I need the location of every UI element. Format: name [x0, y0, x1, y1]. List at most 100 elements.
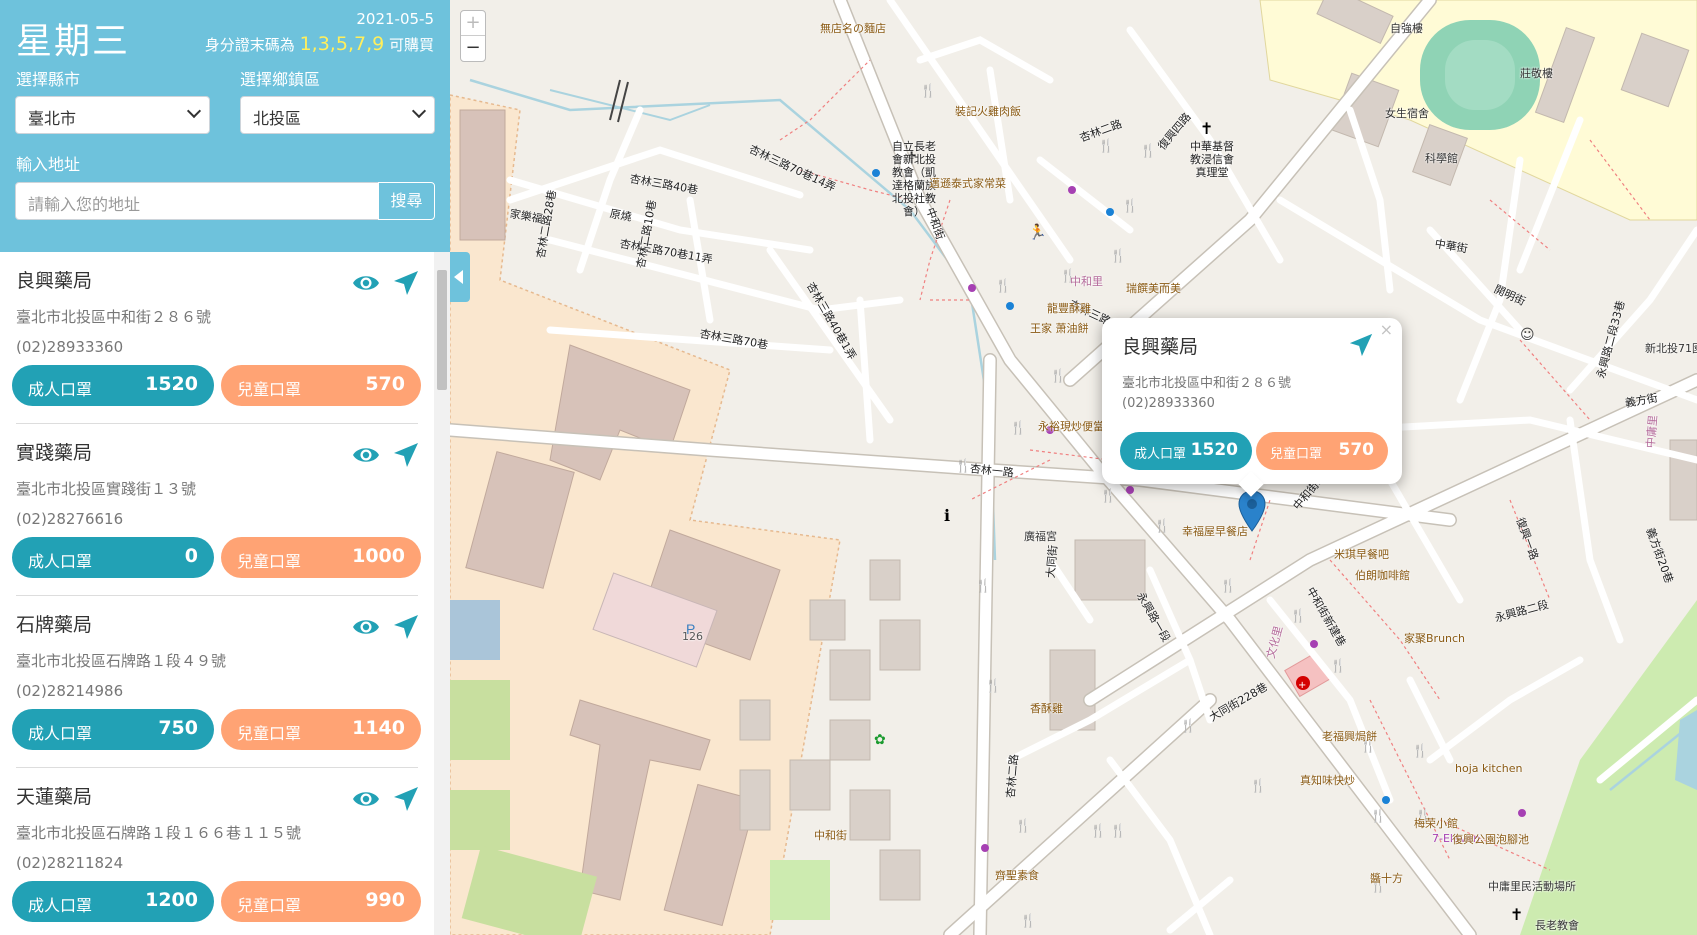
pharmacy-name: 良興藥局 [16, 270, 93, 292]
map-label: 中華基督教浸信會真理堂 [1190, 140, 1234, 179]
shop-icon [1310, 640, 1318, 648]
map-label: 老福興焗餅 [1322, 730, 1377, 743]
navigate-icon[interactable] [392, 442, 420, 468]
building [1074, 539, 1146, 601]
navigate-icon[interactable] [392, 786, 420, 812]
map-label: 中庸里 [1644, 414, 1660, 449]
pharmacy-list: 良興藥局 臺北市北投區中和街２８６號 (02)28933360 成人口罩 1520… [0, 252, 434, 935]
restaurant-icon: 🍴 [920, 83, 936, 99]
map-label: 梅荣小館 [1414, 817, 1458, 830]
navigate-icon[interactable] [392, 270, 420, 296]
city-select[interactable]: 臺北市 [15, 96, 210, 134]
pharmacy-phone: (02)28211824 [16, 854, 124, 872]
map-label: 126 [682, 630, 703, 643]
church-icon: ✝ [1510, 905, 1523, 924]
pharmacy-name: 實踐藥局 [16, 442, 93, 464]
address-input[interactable]: 請輸入您的地址 [15, 182, 379, 220]
eye-icon[interactable] [352, 614, 380, 640]
adult-mask-count: 0 [184, 545, 198, 567]
map[interactable]: P 🍴 🍴 🍴 🍴 🍴 🍴 🍴 🍴 🍴 🍴 🍴 🍴 🍴 🍴 🍴 🍴 🍴 🍴 🍴 … [450, 0, 1697, 935]
eye-icon[interactable] [352, 270, 380, 296]
shop-icon [1126, 486, 1134, 494]
close-icon[interactable]: × [1380, 320, 1393, 339]
district-select-value: 北投區 [253, 109, 302, 128]
search-button[interactable]: 搜尋 [378, 182, 435, 220]
map-label: 大同街 [1044, 544, 1060, 579]
pharmacy-card[interactable]: 良興藥局 臺北市北投區中和街２８６號 (02)28933360 成人口罩 1520… [0, 252, 434, 424]
pharmacy-card[interactable]: 天蓮藥局 臺北市北投區石牌路１段１６６巷１１５號 (02)28211824 成人… [0, 768, 434, 935]
id-purchase-rule: 身分證末碼為 1,3,5,7,9 可購買 [205, 33, 434, 55]
building [879, 849, 921, 901]
pharmacy-card[interactable]: 實踐藥局 臺北市北投區實踐街１３號 (02)28276616 成人口罩 0 兒童口… [0, 424, 434, 596]
sports-field [1445, 40, 1515, 110]
adult-mask-label: 成人口罩 [28, 552, 93, 571]
district-select[interactable]: 北投區 [240, 96, 435, 134]
restaurant-icon: 🍴 [1180, 718, 1196, 734]
restaurant-icon: 🍴 [1140, 143, 1156, 159]
map-canvas[interactable]: P 🍴 🍴 🍴 🍴 🍴 🍴 🍴 🍴 🍴 🍴 🍴 🍴 🍴 🍴 🍴 🍴 🍴 🍴 🍴 … [450, 0, 1697, 935]
building [739, 699, 771, 741]
restaurant-icon: 🍴 [1015, 818, 1031, 834]
navigate-icon[interactable] [392, 614, 420, 640]
shop-icon [981, 844, 989, 852]
restaurant-icon: 🍴 [1330, 658, 1346, 674]
pharmacy-card[interactable]: 石牌藥局 臺北市北投區石牌路１段４９號 (02)28214986 成人口罩 750… [0, 596, 434, 768]
eye-icon[interactable] [352, 442, 380, 468]
adult-mask-pill: 成人口罩 1520 [12, 365, 214, 406]
map-label: 中和街 [814, 829, 847, 842]
navigate-icon[interactable] [1348, 332, 1374, 358]
sidebar-collapse-button[interactable] [450, 252, 470, 302]
zoom-control: + − [460, 10, 486, 62]
child-mask-count: 1140 [352, 717, 405, 739]
child-mask-pill: 兒童口罩 1000 [221, 537, 421, 578]
list-scrollbar[interactable] [434, 252, 450, 935]
map-label: 龍豐酥雞 [1047, 302, 1091, 315]
adult-mask-count: 750 [158, 717, 198, 739]
restaurant-icon: 🍴 [1370, 808, 1386, 824]
map-label: 邁遜泰式家常菜 [929, 177, 1006, 190]
building [789, 759, 831, 811]
popup-child-mask-pill: 兒童口罩 570 [1256, 432, 1388, 470]
shop-icon [1068, 186, 1076, 194]
child-mask-label: 兒童口罩 [237, 552, 302, 571]
child-mask-count: 990 [365, 889, 405, 911]
child-mask-pill: 兒童口罩 570 [221, 365, 421, 406]
id-rule-prefix: 身分證末碼為 [204, 36, 295, 54]
map-label: 自強樓 [1390, 22, 1423, 35]
adult-mask-count: 1520 [145, 373, 198, 395]
pharmacy-address: 臺北市北投區實踐街１３號 [16, 480, 197, 498]
pharmacy-phone: (02)28214986 [16, 682, 124, 700]
map-label: 香酥雞 [1030, 702, 1063, 715]
map-label: 家聚Brunch [1404, 632, 1466, 645]
restaurant-icon: 🍴 [1412, 743, 1428, 759]
popup-child-mask-label: 兒童口罩 [1270, 447, 1323, 462]
scrollbar-thumb[interactable] [437, 270, 447, 390]
pharmacy-phone: (02)28933360 [16, 338, 124, 356]
restaurant-icon: 🍴 [995, 278, 1011, 294]
eye-icon[interactable] [352, 786, 380, 812]
playground-icon: 🏃 [1028, 223, 1047, 241]
shop-icon [968, 284, 976, 292]
child-mask-count: 1000 [352, 545, 405, 567]
child-mask-label: 兒童口罩 [237, 896, 302, 915]
building [739, 769, 771, 831]
zoom-in-button[interactable]: + [461, 11, 485, 36]
map-label: 中庸里民活動場所 [1488, 880, 1576, 893]
restaurant-icon: 🍴 [1098, 138, 1114, 154]
map-label: 米琪早餐吧 [1334, 548, 1389, 561]
map-marker-icon[interactable] [1238, 490, 1266, 532]
temple-icon: ℹ [944, 506, 950, 525]
bus-stop-icon [1382, 796, 1390, 804]
map-label: 齊聖素食 [995, 869, 1039, 882]
restaurant-icon: 🍴 [1100, 488, 1116, 504]
child-mask-pill: 兒童口罩 1140 [221, 709, 421, 750]
map-label: 科學館 [1425, 152, 1458, 165]
adult-mask-pill: 成人口罩 0 [12, 537, 214, 578]
zoom-out-button[interactable]: − [461, 36, 485, 61]
restaurant-icon: 🍴 [975, 578, 991, 594]
city-select-value: 臺北市 [28, 109, 77, 128]
building [829, 719, 871, 761]
popup-phone: (02)28933360 [1122, 396, 1215, 411]
city-label: 選擇縣市 [16, 70, 81, 89]
adult-mask-label: 成人口罩 [28, 380, 93, 399]
